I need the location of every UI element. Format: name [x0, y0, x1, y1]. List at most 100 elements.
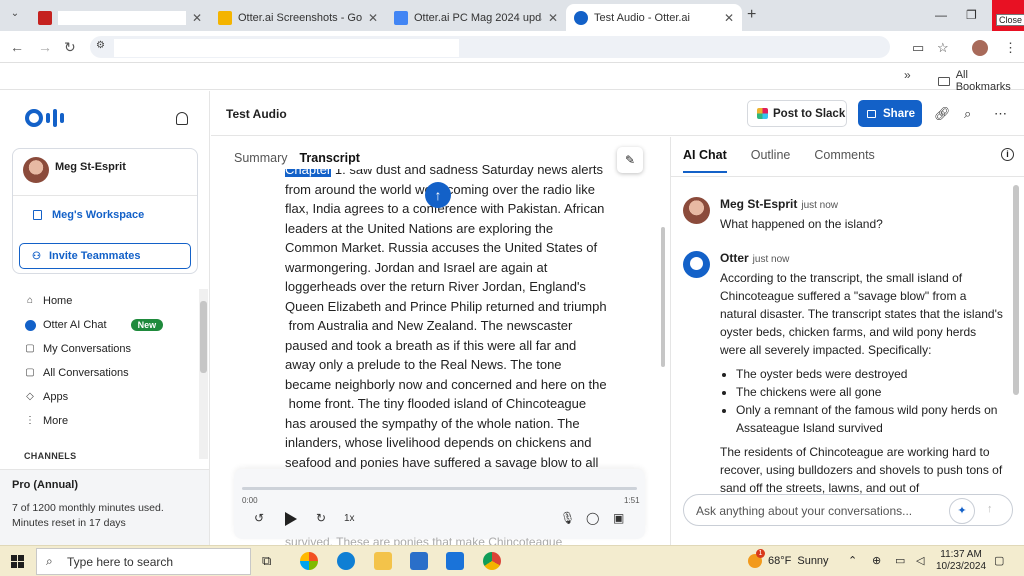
taskbar-search-input[interactable]: ⌕ Type here to search	[36, 548, 251, 575]
copilot-icon[interactable]	[300, 552, 318, 570]
new-tab-icon[interactable]: +	[747, 6, 756, 24]
close-tab-icon[interactable]: ✕	[192, 11, 202, 25]
scroll-up-icon[interactable]: ↑	[425, 182, 451, 208]
maximize-icon[interactable]: ❐	[966, 8, 977, 22]
sparkle-icon[interactable]: ✦	[949, 498, 975, 524]
sidebar-item-apps[interactable]: ◇ Apps	[0, 385, 200, 409]
link-icon[interactable]: 🔗︎	[934, 106, 951, 122]
otter-icon	[574, 10, 588, 25]
image-icon[interactable]: ▣	[613, 511, 624, 525]
sidebar-item-otter-ai-chat[interactable]: Otter AI Chat New	[0, 313, 200, 337]
search-icon[interactable]: ⌕	[964, 106, 971, 122]
tab-search-icon[interactable]: ⌄	[8, 8, 22, 22]
tab-comments[interactable]: Comments	[814, 148, 874, 173]
comment-icon[interactable]: ◯	[586, 511, 599, 525]
tab-outline[interactable]: Outline	[751, 148, 791, 173]
all-bookmarks-button[interactable]: All Bookmarks	[938, 69, 1024, 93]
sun-icon: 1	[748, 549, 765, 568]
rewind-icon[interactable]: ↺	[254, 511, 264, 525]
all-bookmarks-label: All Bookmarks	[955, 69, 1011, 93]
chrome-icon[interactable]	[483, 552, 501, 570]
tab-title: Otter.ai PC Mag 2024 update/S	[414, 11, 542, 24]
browser-tab-gmail[interactable]: ✕	[30, 4, 210, 31]
weather-temp: 68°F	[768, 555, 792, 567]
volume-icon[interactable]: ◁	[916, 554, 924, 567]
sidebar-item-home[interactable]: ⌂ Home	[0, 289, 200, 313]
apps-icon: ◇	[26, 391, 34, 402]
close-tab-icon[interactable]: ✕	[548, 11, 558, 25]
transcript-text[interactable]: Chapter 1: saw dust and sadness Saturday…	[285, 165, 625, 471]
file-explorer-icon[interactable]	[374, 552, 392, 570]
slack-label: Post to Slack	[773, 107, 846, 120]
avatar[interactable]	[23, 157, 49, 183]
close-tab-icon[interactable]: ✕	[724, 11, 734, 25]
windows-start-icon[interactable]	[11, 555, 24, 568]
forward-icon[interactable]: ↻	[316, 511, 326, 525]
message-time: just now	[752, 254, 790, 265]
close-tab-icon[interactable]: ✕	[368, 11, 378, 25]
workspace-link[interactable]: Meg's Workspace	[33, 209, 144, 221]
share-button[interactable]: Share	[858, 100, 922, 127]
forward-icon[interactable]: →	[38, 39, 52, 55]
back-icon[interactable]: ←	[10, 39, 24, 55]
chevron-up-icon[interactable]: ⌃	[848, 554, 857, 567]
user-name[interactable]: Meg St-Esprit	[55, 161, 126, 173]
tab-summary[interactable]: Summary	[234, 151, 287, 165]
sidebar-item-my-conversations[interactable]: ▢ My Conversations	[0, 337, 200, 361]
message-bullets: The oyster beds were destroyed The chick…	[736, 365, 1003, 437]
transcript-scrollbar[interactable]	[661, 227, 665, 367]
invite-label: Invite Teammates	[48, 250, 141, 262]
cast-icon[interactable]: ▭	[912, 40, 924, 56]
minimize-icon[interactable]: —	[935, 8, 947, 22]
info-icon[interactable]: i	[1001, 148, 1014, 161]
tab-transcript[interactable]: Transcript	[299, 151, 359, 165]
post-to-slack-button[interactable]: Post to Slack	[747, 100, 847, 127]
otter-logo[interactable]	[25, 109, 67, 127]
sidebar-item-label: My Conversations	[43, 343, 132, 355]
browser-tab-google-docs[interactable]: Otter.ai PC Mag 2024 update/S ✕	[386, 4, 566, 31]
windows-taskbar: ⌕ Type here to search ⧉ 1 68°F Sunny ⌃ ⊕…	[0, 545, 1024, 576]
browser-tab-otter[interactable]: Test Audio - Otter.ai ✕	[566, 4, 742, 31]
chat-scrollbar[interactable]	[1013, 185, 1019, 395]
bookmark-star-icon[interactable]: ☆	[937, 40, 949, 56]
plan-reset: Minutes reset in 17 days	[12, 517, 126, 529]
current-time: 0:00	[242, 496, 258, 505]
list-item: The chickens were all gone	[736, 383, 1003, 401]
profile-avatar[interactable]	[972, 40, 988, 56]
browser-tab-google-drive[interactable]: Otter.ai Screenshots - Google D ✕	[210, 4, 386, 31]
bell-icon[interactable]	[176, 112, 188, 125]
playback-speed[interactable]: 1x	[344, 513, 355, 524]
play-icon[interactable]	[285, 512, 297, 526]
network-icon[interactable]: ⊕	[872, 554, 881, 567]
system-clock[interactable]: 11:37 AM 10/23/2024	[936, 549, 986, 573]
reload-icon[interactable]: ↻	[64, 39, 76, 56]
progress-bar[interactable]	[242, 487, 637, 490]
tab-ai-chat[interactable]: AI Chat	[683, 148, 727, 173]
invite-teammates-button[interactable]: ⚇ Invite Teammates	[19, 243, 191, 269]
sidebar-item-more[interactable]: ⋮ More	[0, 409, 200, 433]
site-settings-icon[interactable]: ⚙	[96, 40, 105, 51]
building-icon	[33, 210, 42, 220]
edge-icon[interactable]	[337, 552, 355, 570]
add-person-icon: ⚇	[32, 250, 41, 262]
weather-widget[interactable]: 1 68°F Sunny	[748, 549, 829, 568]
mail-icon[interactable]	[446, 552, 464, 570]
edit-icon[interactable]: ✎	[617, 147, 643, 173]
google-drive-icon	[218, 10, 232, 25]
menu-icon[interactable]: ⋮	[1004, 40, 1017, 56]
sidebar-item-all-conversations[interactable]: ▢ All Conversations	[0, 361, 200, 385]
chevron-right-icon[interactable]: »	[904, 68, 911, 82]
notification-icon[interactable]: ▢	[994, 554, 1004, 567]
more-options-icon[interactable]: ⋯	[994, 106, 1007, 122]
task-view-icon[interactable]: ⧉	[262, 553, 280, 571]
sidebar-item-label: More	[43, 415, 69, 427]
store-icon[interactable]	[410, 552, 428, 570]
transcript-line: flax, India agrees to a conference with …	[285, 201, 605, 216]
workspace-label: Meg's Workspace	[52, 209, 145, 221]
microphone-icon[interactable]: 🎙︎	[560, 511, 575, 525]
chat-icon: ▢	[25, 367, 35, 378]
sidebar-scroll-thumb[interactable]	[200, 301, 207, 373]
battery-icon[interactable]: ▭	[895, 554, 905, 567]
url-text-area[interactable]	[114, 39, 459, 57]
send-icon[interactable]: ↑	[987, 503, 993, 515]
